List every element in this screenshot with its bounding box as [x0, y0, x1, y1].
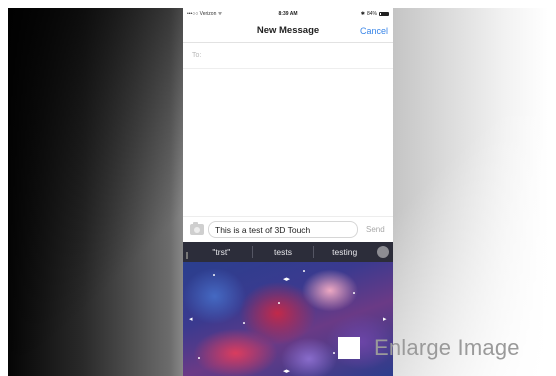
- star-dot: [198, 357, 200, 359]
- enlarge-square-icon: [338, 337, 360, 359]
- screenshot-frame: •••○○ Verizon ᯤ 8:39 AM ✱ 84% New Messag…: [8, 8, 548, 376]
- star-dot: [353, 292, 355, 294]
- navigation-bar: New Message Cancel: [183, 19, 393, 43]
- send-button[interactable]: Send: [366, 225, 385, 234]
- cursor-right-arrow-icon: ▸: [383, 316, 387, 323]
- star-dot: [303, 270, 305, 272]
- page-title: New Message: [256, 25, 320, 36]
- cancel-button[interactable]: Cancel: [360, 26, 388, 36]
- recipient-label: To:: [192, 52, 202, 59]
- cursor-down-arrow-icon: ◂▸: [283, 368, 291, 375]
- suggestion-2[interactable]: tests: [253, 247, 314, 257]
- star-dot: [213, 274, 215, 276]
- star-dot: [333, 352, 335, 354]
- star-dot: [243, 322, 245, 324]
- background-shade: [8, 8, 183, 376]
- status-bar: •••○○ Verizon ᯤ 8:39 AM ✱ 84%: [183, 8, 393, 19]
- globe-icon[interactable]: [377, 246, 390, 258]
- phone-screen: •••○○ Verizon ᯤ 8:39 AM ✱ 84% New Messag…: [183, 8, 393, 376]
- status-time: 8:39 AM: [278, 10, 298, 17]
- suggestion-3[interactable]: testing: [314, 247, 375, 257]
- cursor-up-arrow-icon: ◂▸: [283, 276, 291, 283]
- battery-icon: [379, 11, 389, 16]
- predictive-bar: "trst" tests testing: [183, 242, 393, 262]
- recipient-field[interactable]: To:: [183, 43, 393, 69]
- camera-icon[interactable]: [190, 222, 204, 235]
- enlarge-image-button[interactable]: Enlarge Image: [338, 335, 520, 361]
- suggestion-1[interactable]: "trst": [191, 247, 252, 257]
- compose-bar: This is a test of 3D Touch Send: [183, 216, 393, 242]
- cursor-left-arrow-icon: ◂: [189, 316, 193, 323]
- enlarge-image-label: Enlarge Image: [374, 335, 520, 360]
- star-dot: [278, 302, 280, 304]
- message-input[interactable]: This is a test of 3D Touch: [208, 221, 358, 238]
